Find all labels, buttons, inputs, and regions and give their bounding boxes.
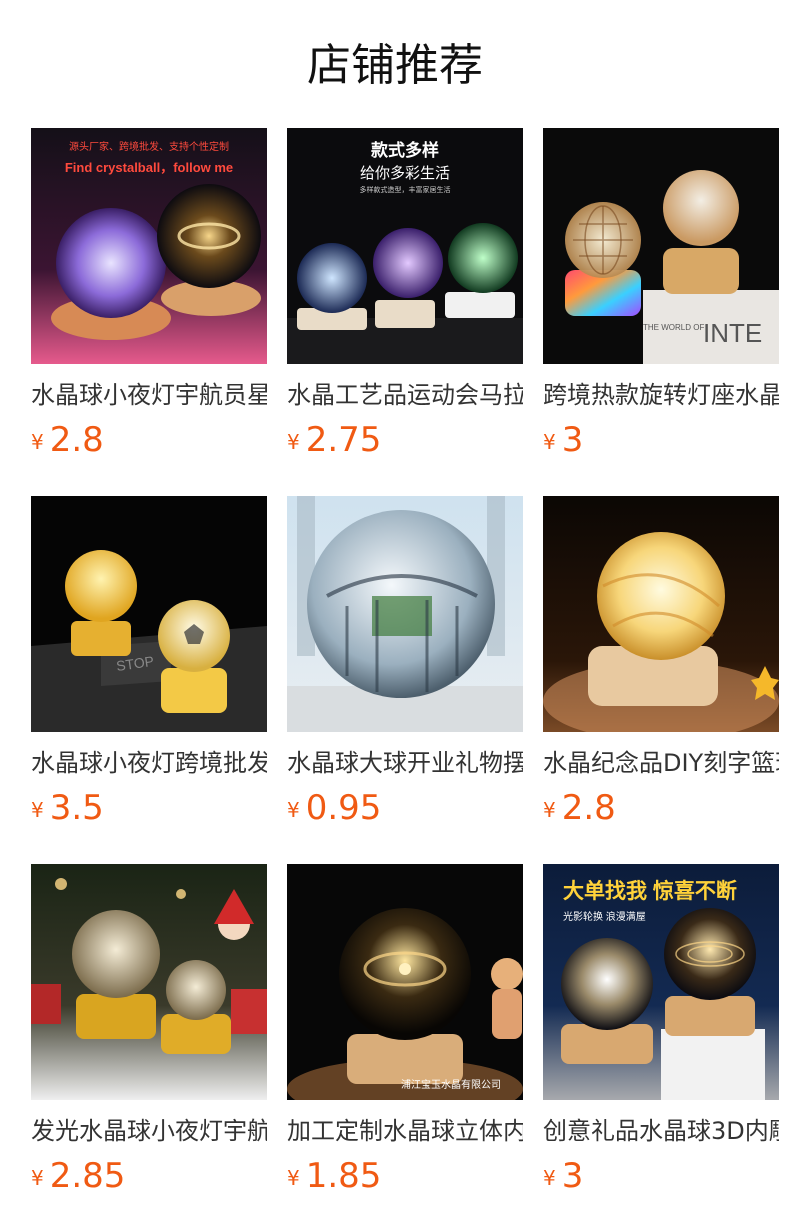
currency-symbol: ¥: [31, 1166, 44, 1190]
price-value: 2.75: [305, 420, 382, 460]
image-caption: 源头厂家、跨境批发、支持个性定制: [69, 140, 229, 153]
image-caption: 光影轮换 浪漫满屋: [563, 910, 646, 923]
currency-symbol: ¥: [31, 798, 44, 822]
currency-symbol: ¥: [31, 430, 44, 454]
crystal-ball-moon-icon: [31, 864, 267, 1100]
image-caption: Find crystalball，follow me: [65, 160, 233, 175]
product-name[interactable]: 水晶纪念品DIY刻字篮球: [543, 748, 779, 778]
product-image[interactable]: 款式多样 给你多彩生活 多样款式造型，丰富家居生活: [287, 128, 523, 364]
crystal-ball-sports-icon: 款式多样 给你多彩生活 多样款式造型，丰富家居生活: [287, 128, 523, 364]
currency-symbol: ¥: [287, 1166, 300, 1190]
currency-symbol: ¥: [287, 798, 300, 822]
price-value: 0.95: [305, 788, 382, 828]
product-card[interactable]: 款式多样 给你多彩生活 多样款式造型，丰富家居生活 水晶工艺品运动会马拉松 ¥2…: [287, 128, 523, 460]
currency-symbol: ¥: [543, 1166, 556, 1190]
crystal-ball-galaxy-icon: 源头厂家、跨境批发、支持个性定制 Find crystalball，follow…: [31, 128, 267, 364]
product-image[interactable]: [287, 496, 523, 732]
price-value: 2.8: [561, 788, 616, 828]
product-price: ¥3.5: [31, 788, 267, 828]
image-caption: 多样款式造型，丰富家居生活: [360, 185, 451, 194]
image-caption: INTE: [703, 318, 762, 348]
product-name[interactable]: 水晶球大球开业礼物摆件: [287, 748, 523, 778]
currency-symbol: ¥: [287, 430, 300, 454]
product-image[interactable]: [31, 864, 267, 1100]
product-name[interactable]: 水晶工艺品运动会马拉松: [287, 380, 523, 410]
product-name[interactable]: 创意礼品水晶球3D内雕: [543, 1116, 779, 1146]
image-caption: 大单找我 惊喜不断: [563, 879, 737, 903]
product-name[interactable]: 加工定制水晶球立体内雕: [287, 1116, 523, 1146]
price-value: 3: [561, 1156, 584, 1196]
crystal-ball-solar-system-icon: 大单找我 惊喜不断 光影轮换 浪漫满屋: [543, 864, 779, 1100]
page-title: 店铺推荐: [307, 40, 483, 91]
image-watermark: 浦江宝玉水晶有限公司: [401, 1078, 501, 1091]
product-name[interactable]: 水晶球小夜灯跨境批发: [31, 748, 267, 778]
image-caption: 给你多彩生活: [360, 165, 450, 182]
product-image[interactable]: 浦江宝玉水晶有限公司: [287, 864, 523, 1100]
product-card[interactable]: STOP 水晶球小夜灯跨境批发 ¥3.5: [31, 496, 267, 828]
product-image[interactable]: THE WORLD OF INTE: [543, 128, 779, 364]
crystal-ball-basketball-icon: STOP: [31, 496, 267, 732]
product-image[interactable]: 源头厂家、跨境批发、支持个性定制 Find crystalball，follow…: [31, 128, 267, 364]
product-name[interactable]: 跨境热款旋转灯座水晶球: [543, 380, 779, 410]
clear-crystal-ball-icon: [287, 496, 523, 732]
product-price: ¥0.95: [287, 788, 523, 828]
product-card[interactable]: 水晶球大球开业礼物摆件 ¥0.95: [287, 496, 523, 828]
product-price: ¥2.75: [287, 420, 523, 460]
product-name[interactable]: 发光水晶球小夜灯宇航员: [31, 1116, 267, 1146]
product-price: ¥2.8: [543, 788, 779, 828]
price-value: 1.85: [305, 1156, 382, 1196]
image-caption: 款式多样: [371, 140, 439, 160]
product-price: ¥3: [543, 420, 779, 460]
price-value: 2.8: [49, 420, 104, 460]
currency-symbol: ¥: [543, 430, 556, 454]
product-image[interactable]: [543, 496, 779, 732]
product-price: ¥2.8: [31, 420, 267, 460]
product-card[interactable]: 浦江宝玉水晶有限公司 加工定制水晶球立体内雕 ¥1.85: [287, 864, 523, 1196]
product-card[interactable]: THE WORLD OF INTE 跨境热款旋转灯座水晶球 ¥3: [543, 128, 779, 460]
crystal-ball-astronaut-icon: 浦江宝玉水晶有限公司: [287, 864, 523, 1100]
product-image[interactable]: 大单找我 惊喜不断 光影轮换 浪漫满屋: [543, 864, 779, 1100]
product-price: ¥1.85: [287, 1156, 523, 1196]
price-value: 3.5: [49, 788, 104, 828]
image-caption: THE WORLD OF: [643, 323, 704, 332]
product-card[interactable]: 大单找我 惊喜不断 光影轮换 浪漫满屋 创意礼品水晶球3D内雕 ¥3: [543, 864, 779, 1196]
product-card[interactable]: 水晶纪念品DIY刻字篮球 ¥2.8: [543, 496, 779, 828]
currency-symbol: ¥: [543, 798, 556, 822]
crystal-ball-globe-icon: THE WORLD OF INTE: [543, 128, 779, 364]
product-card[interactable]: 源头厂家、跨境批发、支持个性定制 Find crystalball，follow…: [31, 128, 267, 460]
crystal-ball-lamp-icon: [543, 496, 779, 732]
product-price: ¥2.85: [31, 1156, 267, 1196]
product-name[interactable]: 水晶球小夜灯宇航员星空: [31, 380, 267, 410]
price-value: 2.85: [49, 1156, 126, 1196]
product-image[interactable]: STOP: [31, 496, 267, 732]
product-price: ¥3: [543, 1156, 779, 1196]
price-value: 3: [561, 420, 584, 460]
product-card[interactable]: 发光水晶球小夜灯宇航员 ¥2.85: [31, 864, 267, 1196]
